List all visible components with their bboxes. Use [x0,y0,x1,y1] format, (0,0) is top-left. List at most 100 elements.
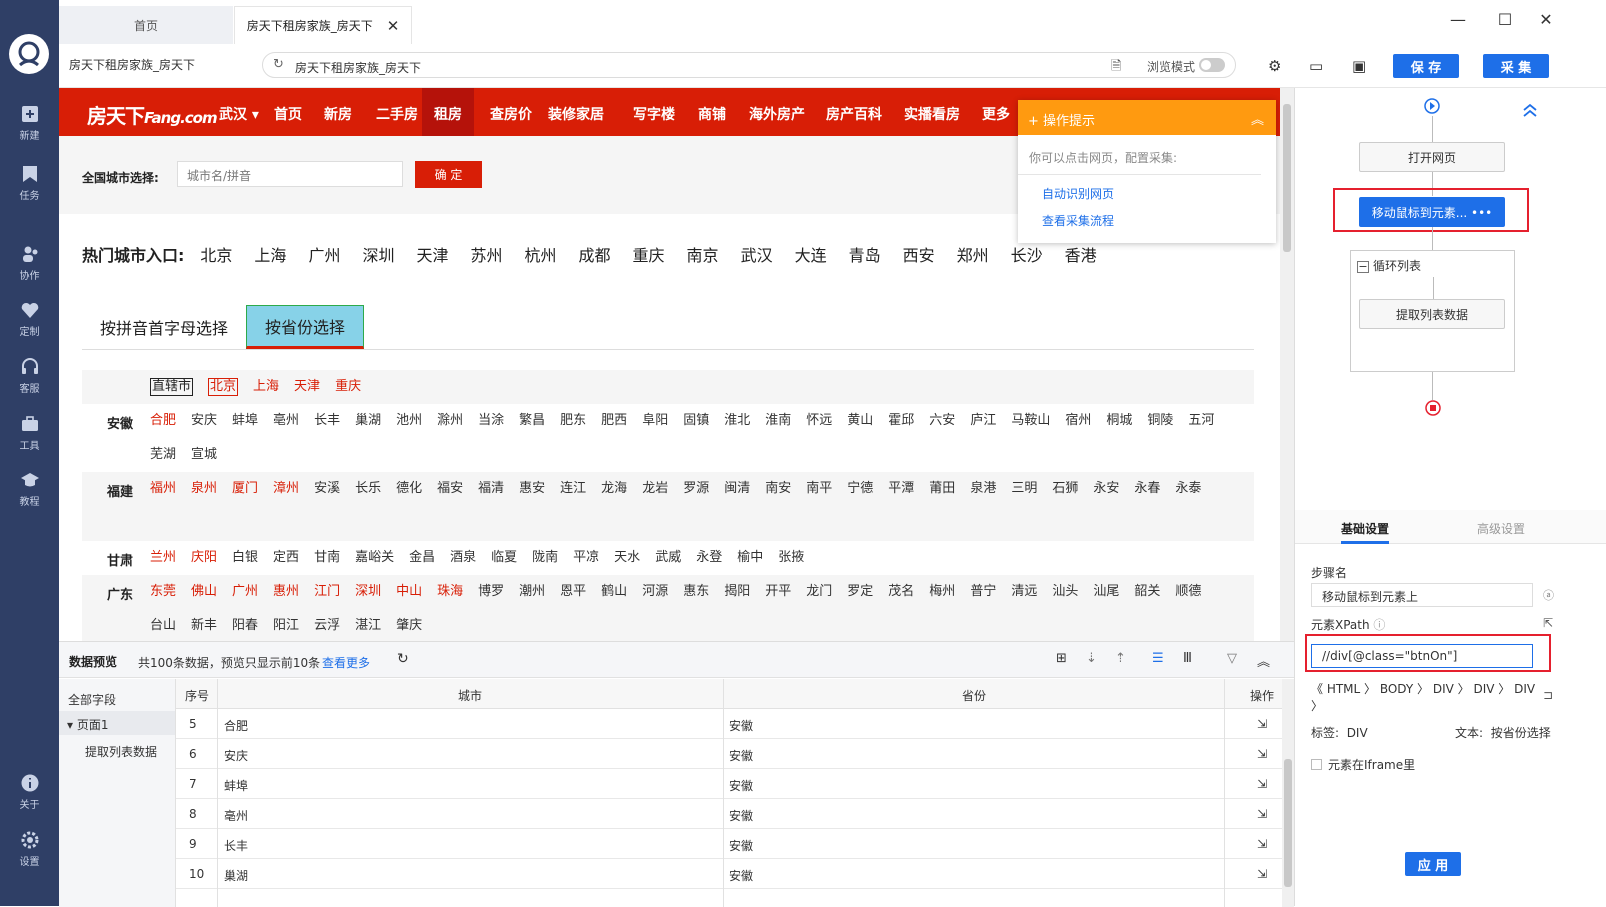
city-link[interactable]: 永春 [1134,472,1160,506]
help-icon[interactable]: ⓘ [1373,618,1385,632]
column-view-icon[interactable]: Ⅲ [1183,651,1192,666]
hot-city-link[interactable]: 大连 [795,246,827,265]
city-link[interactable]: 茂名 [888,575,914,609]
hot-city-link[interactable]: 青岛 [849,246,881,265]
city-link[interactable]: 惠东 [683,575,709,609]
city-link[interactable]: 宁德 [847,472,873,506]
hot-city-link[interactable]: 长沙 [1011,246,1043,265]
collapse-preview-icon[interactable]: ︽ [1257,651,1270,670]
row-action-icon[interactable]: ⇲ [1257,717,1267,731]
city-link[interactable]: 普宁 [970,575,996,609]
hot-city-link[interactable]: 深圳 [362,246,394,265]
site-nav-item[interactable]: 装修家居 [548,104,604,124]
export-icon[interactable]: ⇡ [1115,651,1126,666]
city-link[interactable]: 龙门 [806,575,832,609]
city-link[interactable]: 白银 [232,541,258,575]
city-link[interactable]: 阳江 [273,609,299,641]
city-link[interactable]: 桐城 [1106,404,1132,438]
grid-scrollbar[interactable] [1282,679,1294,907]
city-link[interactable]: 罗源 [683,472,709,506]
flow-open-page[interactable]: 打开网页 [1359,142,1505,172]
city-link[interactable]: 兰州 [150,541,176,575]
city-link[interactable]: 汕头 [1052,575,1078,609]
site-nav-item[interactable]: 首页 [274,104,302,124]
city-link[interactable]: 五河 [1188,404,1214,438]
site-nav-item[interactable]: 二手房 [376,104,418,124]
city-link[interactable]: 汕尾 [1093,575,1119,609]
city-link[interactable]: 云浮 [314,609,340,641]
city-link[interactable]: 固镇 [683,404,709,438]
city-link[interactable]: 河源 [642,575,668,609]
city-link[interactable]: 庆阳 [191,541,217,575]
city-link[interactable]: 惠州 [273,575,299,609]
city-link[interactable]: 龙海 [601,472,627,506]
city-link[interactable]: 重庆 [335,370,361,404]
city-link[interactable]: 永安 [1093,472,1119,506]
hot-city-link[interactable]: 西安 [903,246,935,265]
city-link[interactable]: 马鞍山 [1011,404,1050,438]
city-link[interactable]: 东莞 [150,575,176,609]
collapse-flow-icon[interactable] [1521,102,1539,118]
site-nav-item[interactable]: 商铺 [698,104,726,124]
city-link[interactable]: 平凉 [573,541,599,575]
collect-button[interactable]: 采 集 [1483,54,1549,78]
city-link[interactable]: 酒泉 [450,541,476,575]
city-link[interactable]: 阜阳 [642,404,668,438]
city-link[interactable]: 肇庆 [396,609,422,641]
city-search-input[interactable]: 城市名/拼音 [177,161,403,187]
city-link[interactable]: 泉港 [970,472,996,506]
city-link[interactable]: 漳州 [273,472,299,506]
flow-start-icon[interactable] [1423,97,1441,115]
hot-city-link[interactable]: 成都 [579,246,611,265]
city-link[interactable]: 佛山 [191,575,217,609]
sidebar-item-new[interactable]: 新建 [0,104,59,142]
city-link[interactable]: 芜湖 [150,438,176,472]
city-link[interactable]: 淮南 [765,404,791,438]
site-logo[interactable]: 房天下Fang.com [87,100,218,129]
hot-city-link[interactable]: 重庆 [633,246,665,265]
city-link[interactable]: 池州 [396,404,422,438]
table-row[interactable]: 7 蚌埠 安徽 ⇲ [176,769,1282,799]
flow-extract-list[interactable]: 提取列表数据 [1359,299,1505,329]
hot-city-link[interactable]: 郑州 [957,246,989,265]
city-link[interactable]: 霍邱 [888,404,914,438]
city-link[interactable]: 当涂 [478,404,504,438]
sidebar-item-service[interactable]: 客服 [0,357,59,395]
confirm-button[interactable]: 确 定 [415,161,482,188]
city-link[interactable]: 博罗 [478,575,504,609]
table-row[interactable]: 8 亳州 安徽 ⇲ [176,799,1282,829]
city-link[interactable]: 永登 [696,541,722,575]
city-link[interactable]: 福清 [478,472,504,506]
city-link[interactable]: 肥东 [560,404,586,438]
layout-icon[interactable]: ▭ [1309,57,1323,75]
site-nav-item[interactable]: 查房价 [490,104,532,124]
city-link[interactable]: 肥西 [601,404,627,438]
city-link[interactable]: 武威 [655,541,681,575]
city-link[interactable]: 巢湖 [355,404,381,438]
settings-icon[interactable]: ⚙ [1268,57,1281,75]
tab-basic-settings[interactable]: 基础设置 [1341,520,1390,544]
url-text[interactable]: 房天下租房家族_房天下 [295,59,421,76]
city-link[interactable]: 陇南 [532,541,558,575]
iframe-checkbox[interactable] [1311,759,1322,770]
apply-button[interactable]: 应 用 [1405,852,1461,876]
site-nav-item[interactable]: 更多 [982,104,1010,124]
api-icon[interactable]: ⓐ [1543,587,1554,603]
auto-detect-link[interactable]: 自动识别网页 [1042,185,1276,202]
list-view-icon[interactable]: ☰ [1152,651,1164,666]
add-field-icon[interactable]: ⊞ [1056,651,1067,666]
city-link[interactable]: 蚌埠 [232,404,258,438]
app-logo[interactable] [9,34,49,74]
city-link[interactable]: 滁州 [437,404,463,438]
city-link[interactable]: 榆中 [737,541,763,575]
site-nav-item[interactable]: 实播看房 [904,104,960,124]
window-close-button[interactable]: ✕ [1536,10,1556,30]
city-link[interactable]: 广州 [232,575,258,609]
row-action-icon[interactable]: ⇲ [1257,807,1267,821]
city-link[interactable]: 黄山 [847,404,873,438]
city-link[interactable]: 湛江 [355,609,381,641]
hot-city-link[interactable]: 武汉 [741,246,773,265]
hot-city-link[interactable]: 香港 [1065,246,1097,265]
city-link[interactable]: 潮州 [519,575,545,609]
city-link[interactable]: 恩平 [560,575,586,609]
